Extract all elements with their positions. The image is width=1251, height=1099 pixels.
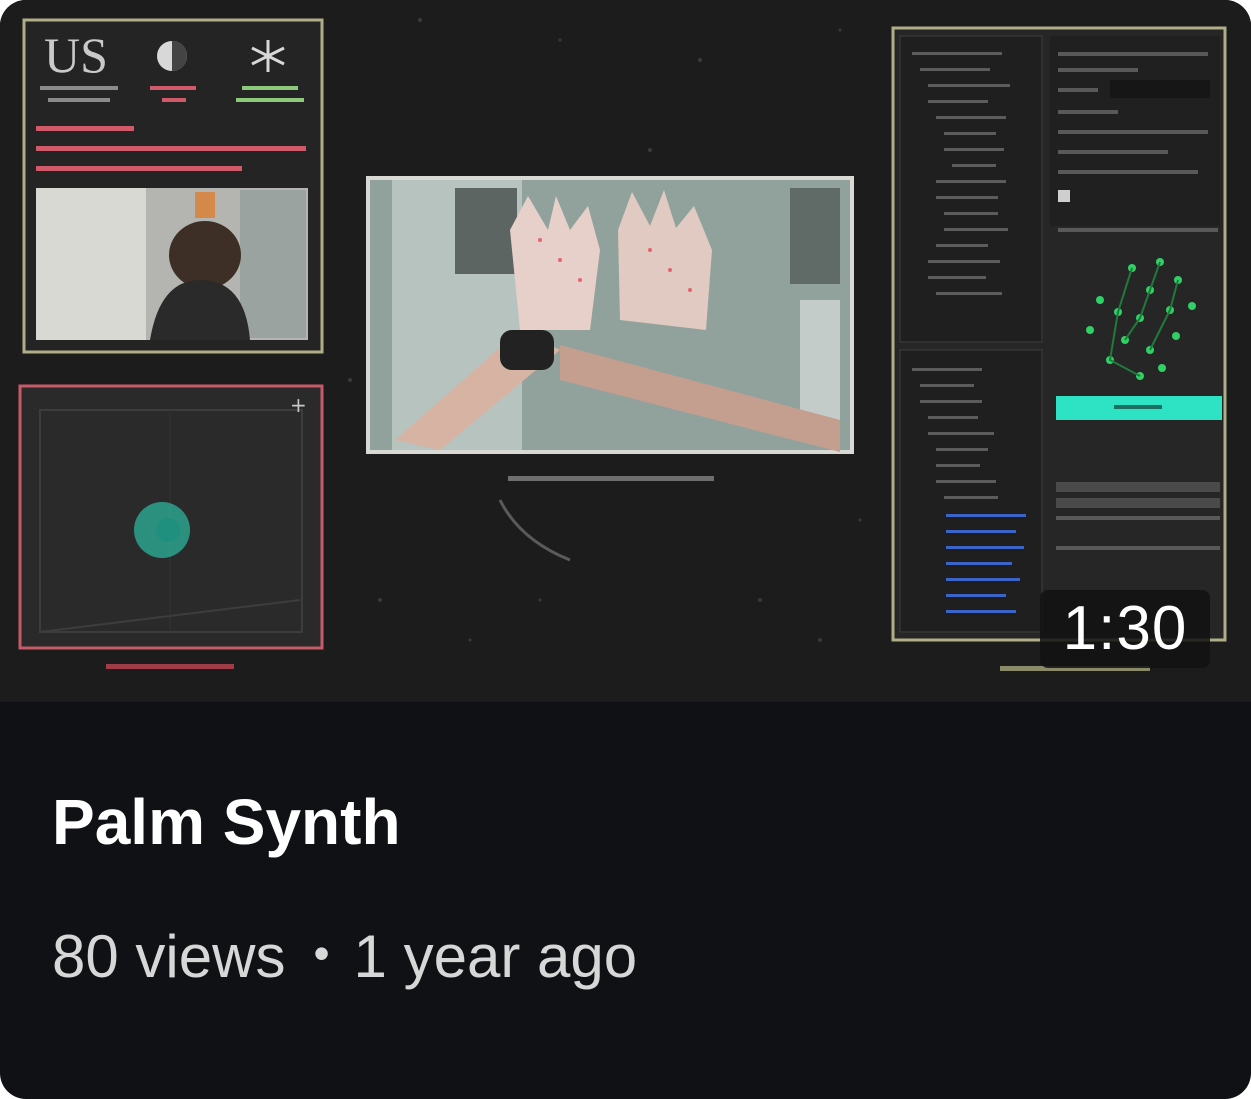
separator-dot: • bbox=[313, 927, 330, 979]
svg-text:+: + bbox=[290, 393, 307, 417]
duration-badge: 1:30 bbox=[1040, 590, 1210, 668]
info-panel: US bbox=[22, 18, 324, 354]
software-panel bbox=[891, 26, 1227, 671]
upload-age: 1 year ago bbox=[353, 923, 638, 990]
video-card[interactable]: US + 1:30 Palm Synth 80 views • 1 year a… bbox=[0, 0, 1251, 1099]
spatial-view-panel: + bbox=[18, 384, 324, 669]
video-thumbnail[interactable]: US + 1:30 bbox=[0, 0, 1251, 702]
video-title[interactable]: Palm Synth bbox=[52, 782, 401, 862]
video-stats: 80 views • 1 year ago bbox=[52, 915, 637, 995]
university-logo: US bbox=[44, 27, 108, 83]
view-count: 80 views bbox=[52, 923, 286, 990]
video-meta bbox=[0, 702, 1251, 1099]
